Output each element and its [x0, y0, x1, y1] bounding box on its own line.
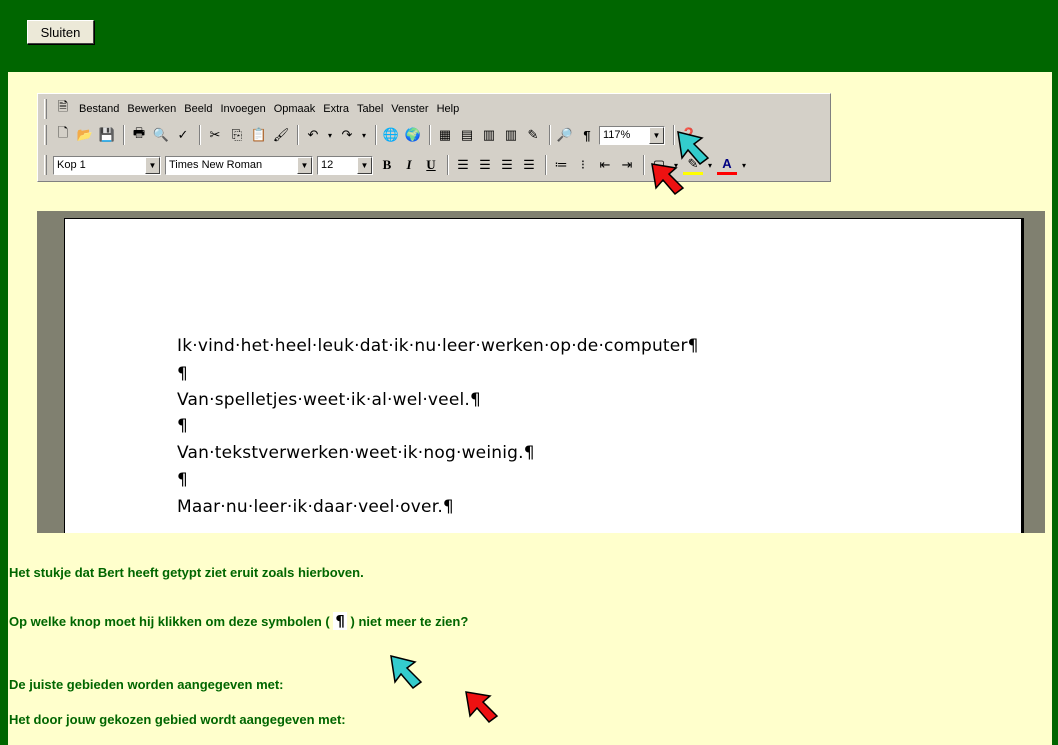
separator [447, 155, 449, 175]
pilcrow-symbol: ¶ [333, 612, 347, 630]
separator [199, 125, 201, 145]
chevron-down-icon: ▼ [357, 156, 372, 174]
font-color-button[interactable]: A [717, 155, 737, 175]
decrease-indent-icon[interactable]: ⇤ [595, 155, 615, 175]
question-after: ) niet meer te zien? [350, 614, 469, 629]
increase-indent-icon[interactable]: ⇥ [617, 155, 637, 175]
style-select[interactable]: Kop 1 ▼ [53, 155, 161, 175]
spelling-icon[interactable]: ✓ [173, 125, 193, 145]
redo-dropdown-icon[interactable]: ▾ [359, 125, 369, 145]
toolbar-grip [44, 99, 47, 119]
document-icon: 🗎 [57, 99, 69, 114]
legend-chosen-arrow-icon [465, 691, 499, 724]
chevron-down-icon: ▼ [649, 126, 664, 144]
menu-item-bestand[interactable]: Bestand [75, 103, 123, 115]
separator [549, 125, 551, 145]
menu-item-tabel[interactable]: Tabel [353, 103, 387, 115]
document-line: Ik·vind·het·heel·leuk·dat·ik·nu·leer·wer… [177, 336, 699, 356]
bold-button[interactable]: B [377, 155, 397, 175]
undo-icon[interactable]: ↶ [303, 125, 323, 145]
separator [123, 125, 125, 145]
new-document-icon[interactable]: 🗋 [53, 125, 73, 145]
insert-table-icon[interactable]: ▤ [457, 125, 477, 145]
standard-toolbar: 🗋 📂 💾 🖶 🔍 ✓ ✂ ⎘ 📋 🖌 ↶ ▾ ↷ ▾ 🌐 🌍 ▦ ▤ ▥ ▥ … [44, 122, 701, 148]
chevron-down-icon: ▼ [297, 156, 312, 174]
document-line: Van·tekstverwerken·weet·ik·nog·weinig.¶ [177, 443, 535, 463]
paste-icon[interactable]: 📋 [249, 125, 269, 145]
align-center-icon[interactable]: ☰ [475, 155, 495, 175]
format-painter-icon[interactable]: 🖌 [271, 125, 291, 145]
document-map-icon[interactable]: 🔎 [555, 125, 575, 145]
question-before: Op welke knop moet hij klikken om deze s… [9, 614, 330, 629]
columns-icon[interactable]: ▥ [501, 125, 521, 145]
underline-button[interactable]: U [421, 155, 441, 175]
italic-button[interactable]: I [399, 155, 419, 175]
font-color-dropdown-icon[interactable]: ▾ [739, 155, 749, 175]
document-line: ¶ [177, 470, 189, 490]
document-line: Van·spelletjes·weet·ik·al·wel·veel.¶ [177, 390, 482, 410]
separator [643, 155, 645, 175]
intro-text: Het stukje dat Bert heeft getypt ziet er… [9, 565, 364, 580]
chosen-area-arrow-icon [651, 163, 685, 196]
menu-item-invoegen[interactable]: Invoegen [216, 103, 269, 115]
redo-icon[interactable]: ↷ [337, 125, 357, 145]
menu-item-beeld[interactable]: Beeld [180, 103, 216, 115]
question-text: Op welke knop moet hij klikken om deze s… [9, 612, 468, 630]
separator [375, 125, 377, 145]
correct-areas-text: De juiste gebieden worden aangegeven met… [9, 677, 284, 692]
formatting-toolbar: Kop 1 ▼ Times New Roman ▼ 12 ▼ B I U ☰ ☰… [44, 152, 751, 178]
menu-item-opmaak[interactable]: Opmaak [270, 103, 320, 115]
style-value: Kop 1 [57, 159, 86, 171]
undo-dropdown-icon[interactable]: ▾ [325, 125, 335, 145]
chevron-down-icon: ▼ [145, 156, 160, 174]
save-icon[interactable]: 💾 [97, 125, 117, 145]
copy-icon[interactable]: ⎘ [227, 125, 247, 145]
align-left-icon[interactable]: ☰ [453, 155, 473, 175]
menu-item-help[interactable]: Help [433, 103, 464, 115]
separator [297, 125, 299, 145]
document-page [64, 218, 1024, 533]
font-size-value: 12 [321, 159, 334, 171]
insert-excel-icon[interactable]: ▥ [479, 125, 499, 145]
toolbar-grip [44, 155, 47, 175]
menu-item-bewerken[interactable]: Bewerken [123, 103, 180, 115]
align-right-icon[interactable]: ☰ [497, 155, 517, 175]
numbered-list-icon[interactable]: ≔ [551, 155, 571, 175]
separator [545, 155, 547, 175]
print-preview-icon[interactable]: 🔍 [151, 125, 171, 145]
show-hide-pilcrow-icon[interactable]: ¶ [577, 125, 597, 145]
document-line: ¶ [177, 416, 189, 436]
legend-correct-arrow-icon [390, 654, 423, 690]
drawing-icon[interactable]: ✎ [523, 125, 543, 145]
separator [429, 125, 431, 145]
tables-borders-icon[interactable]: ▦ [435, 125, 455, 145]
hyperlink-icon[interactable]: 🌐 [381, 125, 401, 145]
zoom-select[interactable]: 117% ▼ [599, 125, 665, 145]
chosen-area-text: Het door jouw gekozen gebied wordt aange… [9, 712, 346, 727]
font-select[interactable]: Times New Roman ▼ [165, 155, 313, 175]
menu-item-extra[interactable]: Extra [319, 103, 353, 115]
font-size-select[interactable]: 12 ▼ [317, 155, 373, 175]
toolbar-grip [44, 125, 47, 145]
print-icon[interactable]: 🖶 [129, 125, 149, 145]
bulleted-list-icon[interactable]: ⁝ [573, 155, 593, 175]
document-line: ¶ [177, 364, 189, 384]
web-toolbar-icon[interactable]: 🌍 [403, 125, 423, 145]
font-value: Times New Roman [169, 159, 263, 171]
close-button[interactable]: Sluiten [27, 20, 94, 44]
cut-icon[interactable]: ✂ [205, 125, 225, 145]
menu-item-venster[interactable]: Venster [387, 103, 432, 115]
zoom-value: 117% [603, 129, 631, 141]
justify-icon[interactable]: ☰ [519, 155, 539, 175]
open-folder-icon[interactable]: 📂 [75, 125, 95, 145]
menu-bar: 🗎 Bestand Bewerken Beeld Invoegen Opmaak… [44, 96, 463, 122]
document-line: Maar·nu·leer·ik·daar·veel·over.¶ [177, 497, 454, 517]
